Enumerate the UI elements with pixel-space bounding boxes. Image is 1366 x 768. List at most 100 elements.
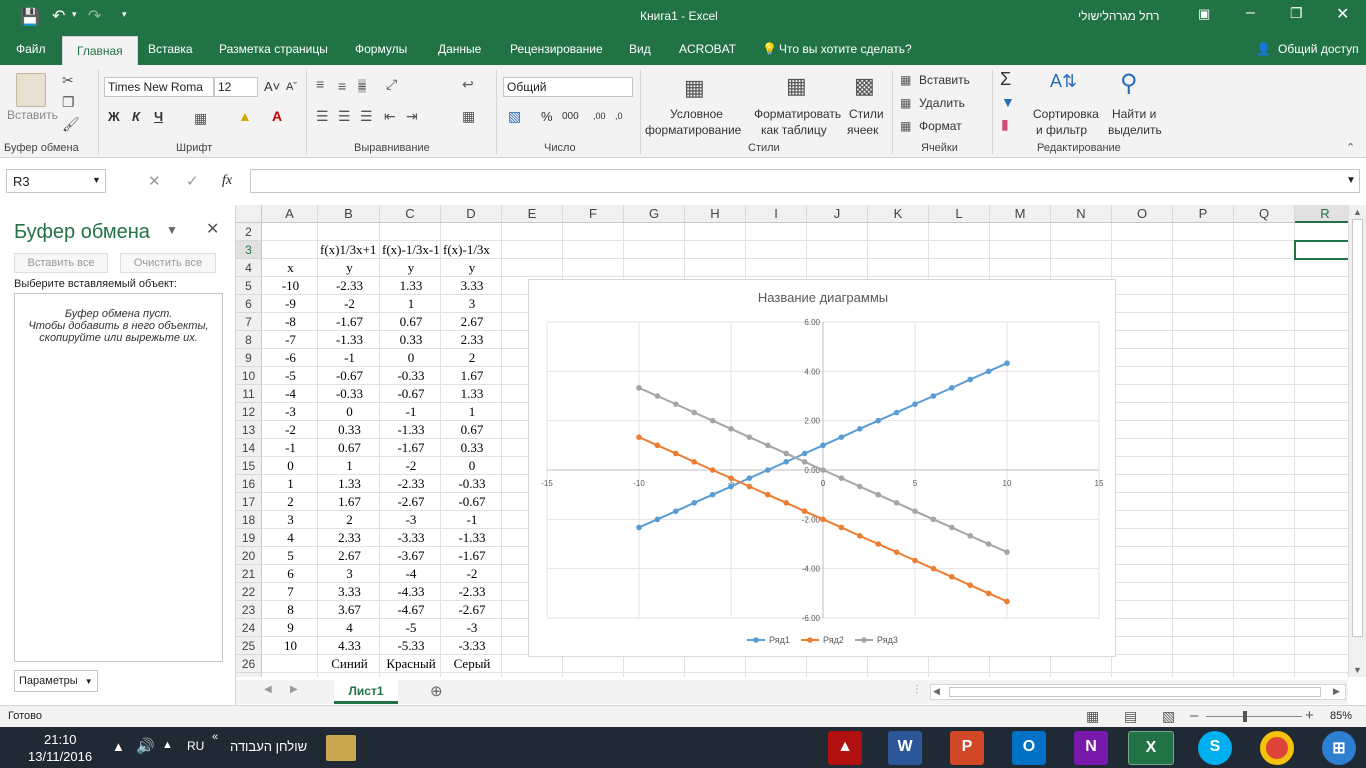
increase-decimal-button[interactable]: ,00 [593,111,606,121]
cell-d14[interactable]: 0.33 [443,440,501,456]
clock-time[interactable]: 21:10 [44,732,77,747]
cell-d4[interactable]: y [443,260,501,276]
cell-a18[interactable]: 3 [264,512,317,528]
cell-d26[interactable]: Серый [443,656,501,672]
cell-b6[interactable]: -2 [320,296,379,312]
vertical-scroll-thumb[interactable] [1352,219,1363,637]
chrome-taskbar-icon[interactable] [1260,731,1294,765]
close-icon[interactable]: ✕ [1336,4,1349,24]
align-right-icon[interactable]: ☰ [360,109,373,123]
insert-cells-icon[interactable]: ▦ [900,73,911,87]
cell-d18[interactable]: -1 [443,512,501,528]
column-header-o[interactable]: O [1112,205,1173,223]
cell-a20[interactable]: 5 [264,548,317,564]
sheet-tab-list1[interactable]: Лист1 [334,680,398,704]
cell-d10[interactable]: 1.67 [443,368,501,384]
restore-icon[interactable]: ❐ [1290,5,1303,22]
paste-button[interactable]: Вставить [7,108,58,122]
cell-d12[interactable]: 1 [443,404,501,420]
cell-b5[interactable]: -2.33 [320,278,379,294]
pane-options-icon[interactable]: ▼ [166,223,178,237]
column-header-b[interactable]: B [318,205,380,223]
column-header-d[interactable]: D [441,205,502,223]
row-header[interactable]: 21 [236,565,262,583]
ribbon-display-icon[interactable]: ▣ [1198,6,1210,22]
row-header[interactable] [236,673,262,677]
row-header[interactable]: 2 [236,223,262,241]
align-center-icon[interactable]: ☰ [338,109,351,123]
cell-a10[interactable]: -5 [264,368,317,384]
conditional-formatting-label-2[interactable]: форматирование [645,123,741,137]
cell-c9[interactable]: 0 [382,350,440,366]
cell-c21[interactable]: -4 [382,566,440,582]
cell-c16[interactable]: -2.33 [382,476,440,492]
paste-icon[interactable] [16,73,46,107]
align-middle-icon[interactable]: ≡ [338,79,346,93]
font-name-combo[interactable]: Times New Roma [104,77,214,97]
volume-icon[interactable]: 🔊 [136,737,155,755]
cell-b11[interactable]: -0.33 [320,386,379,402]
find-select-icon[interactable]: ⚲ [1120,69,1138,98]
tab-review[interactable]: Рецензирование [510,42,603,56]
cell-b19[interactable]: 2.33 [320,530,379,546]
row-header[interactable]: 6 [236,295,262,313]
cancel-entry-icon[interactable]: ✕ [148,172,161,190]
shrink-font-icon[interactable]: Aˇ [286,81,297,93]
cell-b25[interactable]: 4.33 [320,638,379,654]
column-header-m[interactable]: M [990,205,1051,223]
cell-b12[interactable]: 0 [320,404,379,420]
show-hidden-icons[interactable]: ▲ [162,739,173,751]
delete-cells-icon[interactable]: ▦ [900,96,911,110]
cell-b10[interactable]: -0.67 [320,368,379,384]
row-header[interactable]: 19 [236,529,262,547]
cell-c4[interactable]: y [382,260,440,276]
tab-insert[interactable]: Вставка [148,42,193,56]
cell-a24[interactable]: 9 [264,620,317,636]
wrap-text-icon[interactable]: ↩ [462,77,474,91]
merge-cells-icon[interactable]: ▦ [462,109,475,123]
cell-c7[interactable]: 0.67 [382,314,440,330]
row-header[interactable]: 25 [236,637,262,655]
find-select-label-2[interactable]: выделить [1108,123,1162,137]
scroll-up-icon[interactable]: ▲ [1353,207,1362,217]
column-header-e[interactable]: E [502,205,563,223]
clear-icon[interactable]: ▮ [1001,117,1009,131]
chart-area[interactable]: Название диаграммы -15 -10 -5 0 5 10 15 6.00 4.00… [528,279,1116,657]
font-color-icon[interactable]: A [272,109,282,123]
cell-a17[interactable]: 2 [264,494,317,510]
onenote-taskbar-icon[interactable]: N [1074,731,1108,765]
save-icon[interactable]: 💾 [20,7,40,27]
scroll-right-icon[interactable]: ▶ [1333,686,1340,697]
close-pane-icon[interactable]: ✕ [206,219,219,239]
cell-d3[interactable]: f(x)-1/3x [443,242,501,258]
cell-a16[interactable]: 1 [264,476,317,492]
orientation-icon[interactable]: ⤢ [386,77,397,91]
page-break-view-icon[interactable]: ▧ [1162,708,1175,725]
cell-b4[interactable]: y [320,260,379,276]
cell-c13[interactable]: -1.33 [382,422,440,438]
conditional-formatting-icon[interactable]: ▦ [684,77,705,99]
row-header[interactable]: 5 [236,277,262,295]
cell-d25[interactable]: -3.33 [443,638,501,654]
delete-cells-button[interactable]: Удалить [919,96,965,110]
cell-a19[interactable]: 4 [264,530,317,546]
align-top-icon[interactable]: ≡ [316,77,324,91]
cell-d16[interactable]: -0.33 [443,476,501,492]
skype-taskbar-icon[interactable]: S [1198,731,1232,765]
cell-d15[interactable]: 0 [443,458,501,474]
percent-style-button[interactable]: % [541,109,553,124]
row-header[interactable]: 20 [236,547,262,565]
cell-c3[interactable]: f(x)-1/3x-1 [382,242,440,258]
cell-c5[interactable]: 1.33 [382,278,440,294]
cut-icon[interactable]: ✂ [62,73,74,87]
column-header-c[interactable]: C [380,205,441,223]
tab-data[interactable]: Данные [438,42,481,56]
column-header-q[interactable]: Q [1234,205,1295,223]
cell-d20[interactable]: -1.67 [443,548,501,564]
normal-view-icon[interactable]: ▦ [1086,708,1099,725]
cell-b24[interactable]: 4 [320,620,379,636]
align-bottom-icon[interactable]: ≡ [358,79,367,93]
powerpoint-taskbar-icon[interactable]: P [950,731,984,765]
tab-view[interactable]: Вид [629,42,651,56]
cell-a11[interactable]: -4 [264,386,317,402]
